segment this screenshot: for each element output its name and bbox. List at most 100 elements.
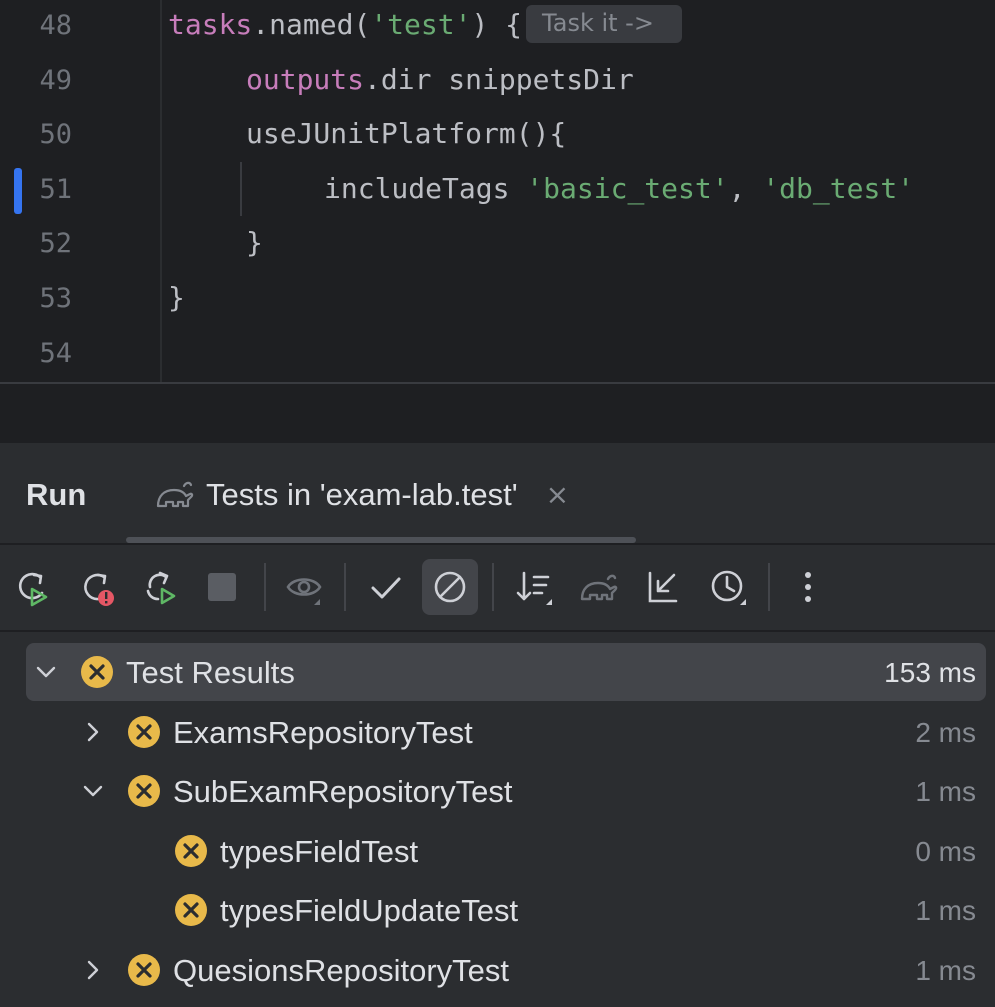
test-name: Test Results <box>126 655 295 690</box>
test-failed-icon <box>81 656 113 688</box>
collapse-icon <box>648 571 678 603</box>
code-token: useJUnitPlatform(){ <box>246 117 567 151</box>
run-tool-window-header: Run Tests in 'exam-lab.test' × <box>0 443 995 543</box>
test-name: QuesionsRepositoryTest <box>173 953 509 988</box>
test-failed-icon <box>128 775 160 808</box>
test-tree-row[interactable]: Test Results 153 ms <box>26 643 986 701</box>
sort-button[interactable] <box>506 559 562 615</box>
line-number[interactable]: 53 <box>0 283 72 314</box>
code-token: .dir snippetsDir <box>364 62 634 96</box>
run-toolbar <box>0 545 995 631</box>
rerun-failed-button[interactable] <box>68 559 124 615</box>
chevron-down-icon[interactable] <box>81 779 105 803</box>
code-line[interactable]: 51 includeTags 'basic_test', 'db_test' <box>0 164 995 218</box>
test-failed-icon <box>128 715 160 748</box>
test-duration: 1 ms <box>915 955 976 986</box>
tab-label: Tests in 'exam-lab.test' <box>206 477 518 512</box>
inlay-hint[interactable]: Task it -> <box>526 5 682 43</box>
collapse-button[interactable] <box>634 559 690 615</box>
line-number[interactable]: 51 <box>0 174 72 205</box>
rerun-failed-icon <box>84 573 114 606</box>
test-duration: 1 ms <box>915 776 976 808</box>
toolbar-separator <box>344 563 346 611</box>
chevron-right-icon[interactable] <box>81 720 105 744</box>
code-token: } <box>168 281 185 314</box>
toggle-auto-test-icon <box>146 571 176 605</box>
code-editor[interactable]: 48 tasks.named('test') {Task it -> 49 outpu… <box>0 0 995 382</box>
string-literal: 'test' <box>370 8 472 41</box>
code-text[interactable]: } <box>246 226 263 259</box>
test-failed-icon <box>175 834 207 867</box>
line-number[interactable]: 48 <box>0 10 72 41</box>
code-token: } <box>246 226 263 260</box>
test-tree-row[interactable]: typesFieldTest 0 ms <box>26 822 986 880</box>
toolbar-separator <box>768 563 770 611</box>
history-icon <box>711 570 746 605</box>
show-ignored-icon <box>434 571 466 603</box>
test-duration: 1 ms <box>915 895 976 927</box>
more-options-icon <box>805 572 811 602</box>
history-button[interactable] <box>700 559 756 615</box>
more-options-button[interactable] <box>780 559 836 615</box>
string-literal: 'basic_test' <box>526 171 729 205</box>
code-token: ) { <box>471 8 523 41</box>
test-tree-row[interactable]: SubExamRepositoryTest 1 ms <box>26 762 986 820</box>
test-failed-icon <box>175 894 207 927</box>
identifier-highlight: outputs <box>246 62 365 96</box>
show-passed-check-icon <box>371 577 401 599</box>
code-text[interactable]: useJUnitPlatform(){ <box>246 117 566 150</box>
line-number[interactable]: 50 <box>0 119 72 150</box>
test-name: ExamsRepositoryTest <box>173 714 473 750</box>
gradle-icon <box>580 574 618 601</box>
show-ignored-button[interactable] <box>422 559 478 615</box>
test-name: typesFieldUpdateTest <box>220 893 519 929</box>
line-number[interactable]: 54 <box>0 338 72 369</box>
gradle-button <box>570 559 626 615</box>
code-line[interactable]: 52} <box>0 218 995 272</box>
chevron-right-icon[interactable] <box>81 958 105 982</box>
code-text[interactable]: outputs.dir snippetsDir <box>246 63 634 96</box>
code-text[interactable]: includeTags 'basic_test', 'db_test' <box>324 172 914 205</box>
show-passed-eye-icon <box>286 578 322 605</box>
show-passed-check-button[interactable] <box>358 559 414 615</box>
code-line[interactable]: 53} <box>0 273 995 327</box>
toggle-auto-test-button[interactable] <box>132 559 188 615</box>
rerun-icon <box>18 572 48 607</box>
tab-tests-in-exam-lab[interactable]: Tests in 'exam-lab.test' × <box>154 475 569 515</box>
test-tree-row[interactable]: typesFieldUpdateTest 1 ms <box>26 881 986 939</box>
code-text[interactable]: tasks.named('test') {Task it -> <box>168 5 682 46</box>
run-tool-window-title: Run <box>26 477 87 512</box>
editor-empty-area <box>0 384 995 443</box>
chevron-down-icon[interactable] <box>34 660 58 684</box>
string-literal: 'db_test' <box>762 171 915 205</box>
rerun-button[interactable] <box>4 559 60 615</box>
test-tree-row[interactable]: ExamsRepositoryTest 2 ms <box>26 703 986 761</box>
test-duration: 0 ms <box>915 835 976 867</box>
tab-close-icon[interactable]: × <box>546 481 569 509</box>
sort-icon <box>516 571 552 605</box>
show-passed-eye-button <box>276 559 332 615</box>
code-text[interactable]: } <box>168 281 185 314</box>
code-token: includeTags <box>324 171 527 205</box>
line-number[interactable]: 49 <box>0 65 72 96</box>
test-tree-row[interactable]: QuesionsRepositoryTest 1 ms <box>26 941 986 999</box>
test-results-tree: Test Results 153 ms ExamsRepositoryTest 2 m… <box>0 632 995 1007</box>
test-name: SubExamRepositoryTest <box>173 774 513 810</box>
gradle-elephant-icon <box>156 481 194 508</box>
toolbar-separator <box>264 563 266 611</box>
code-line[interactable]: 50 useJUnitPlatform(){ <box>0 109 995 163</box>
identifier-highlight: tasks <box>168 8 253 41</box>
code-line[interactable]: 48 tasks.named('test') {Task it -> <box>0 0 995 54</box>
stop-button <box>194 559 250 615</box>
test-name: typesFieldTest <box>220 833 419 869</box>
code-line[interactable]: 54 <box>0 328 995 382</box>
line-number[interactable]: 52 <box>0 228 72 259</box>
stop-icon <box>208 573 236 601</box>
test-duration: 153 ms <box>884 657 976 688</box>
code-token: .named( <box>252 8 371 41</box>
toolbar-separator <box>492 563 494 611</box>
code-line[interactable]: 49 outputs.dir snippetsDir <box>0 55 995 109</box>
test-duration: 2 ms <box>915 716 976 748</box>
code-token: , <box>728 171 763 205</box>
test-failed-icon <box>128 954 160 986</box>
